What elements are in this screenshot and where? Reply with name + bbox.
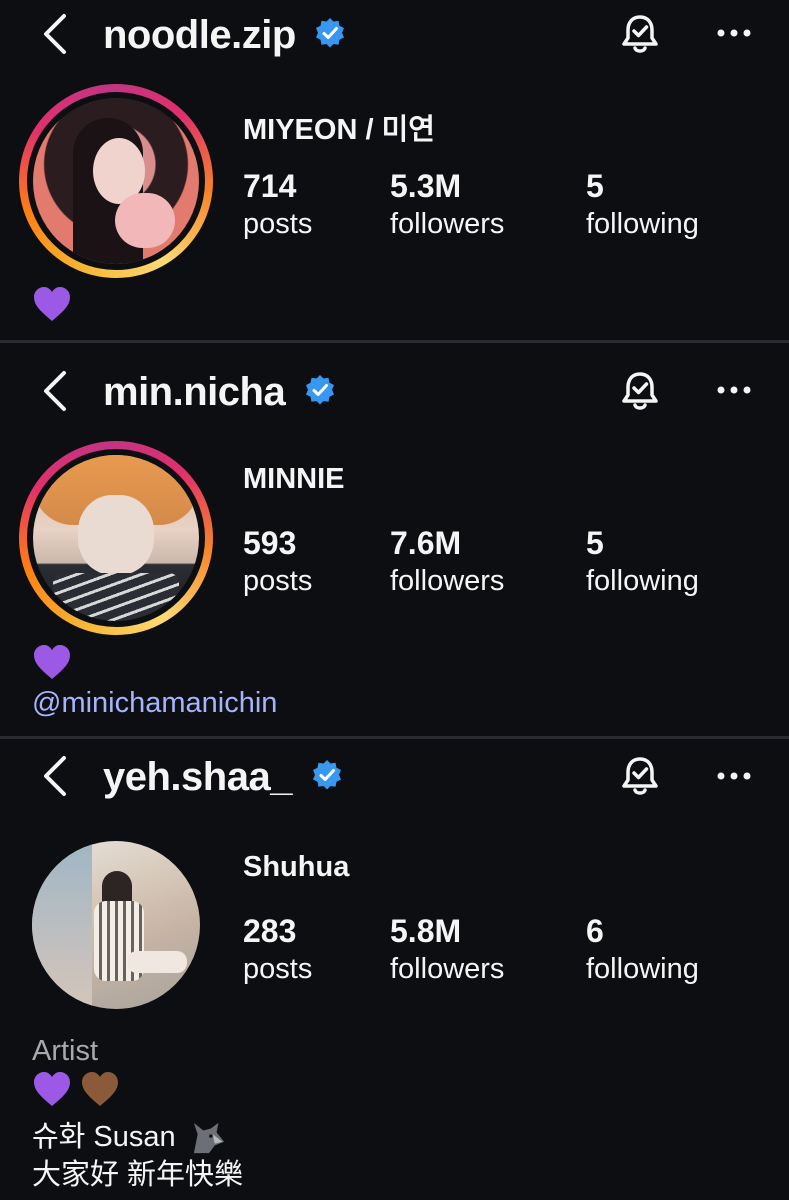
following-count[interactable]: 5 following: [586, 170, 699, 239]
notification-bell-icon[interactable]: [618, 369, 662, 413]
avatar: [33, 455, 199, 621]
bio: [32, 285, 72, 323]
verified-badge-icon: [305, 375, 334, 405]
purple-heart-icon: [34, 287, 70, 321]
bio: [32, 643, 72, 681]
followers-count[interactable]: 7.6M followers: [390, 527, 504, 596]
story-ring[interactable]: [19, 84, 213, 278]
profile-card-2: min.nicha MINNIE 593 posts 7.6M follower…: [0, 343, 789, 736]
verified-badge-icon: [316, 18, 345, 48]
following-count[interactable]: 6 following: [586, 915, 699, 984]
purple-heart-icon: [34, 645, 70, 679]
followers-count[interactable]: 5.3M followers: [390, 170, 504, 239]
profile-card-3: yeh.shaa_ Shuhua 283 posts 5.8M follower…: [0, 739, 789, 1200]
notification-bell-icon[interactable]: [618, 754, 662, 798]
bio-line: 슈화 Susan: [32, 1113, 228, 1155]
back-chevron-icon[interactable]: [40, 12, 70, 56]
posts-count[interactable]: 714 posts: [243, 170, 312, 239]
username-header: min.nicha: [103, 370, 336, 415]
posts-count[interactable]: 283 posts: [243, 915, 312, 984]
brown-heart-icon: [82, 1072, 119, 1106]
back-chevron-icon[interactable]: [40, 369, 70, 413]
username-header: yeh.shaa_: [103, 755, 343, 800]
purple-heart-icon: [34, 1072, 70, 1106]
verified-badge-icon: [312, 760, 341, 790]
avatar[interactable]: [32, 841, 200, 1009]
username: yeh.shaa_: [103, 755, 292, 799]
mention-link[interactable]: @minichamanichin: [32, 687, 277, 720]
followers-count[interactable]: 5.8M followers: [390, 915, 504, 984]
posts-count[interactable]: 593 posts: [243, 527, 312, 596]
back-chevron-icon[interactable]: [40, 754, 70, 798]
notification-bell-icon[interactable]: [618, 12, 662, 56]
bio-line: 大家好 新年快樂: [32, 1159, 244, 1191]
bio-hearts: [32, 1070, 120, 1108]
display-name: MINNIE: [243, 463, 345, 495]
category-label: Artist: [32, 1035, 99, 1067]
more-options-icon[interactable]: [716, 28, 752, 38]
more-options-icon[interactable]: [716, 385, 752, 395]
display-name: MIYEON / 미연: [243, 114, 435, 146]
avatar: [33, 98, 199, 264]
profile-card-1: noodle.zip MIYEON / 미연 714 posts 5.3M fo…: [0, 0, 789, 340]
username: min.nicha: [103, 370, 286, 414]
following-count[interactable]: 5 following: [586, 527, 699, 596]
username-header: noodle.zip: [103, 13, 346, 58]
more-options-icon[interactable]: [716, 771, 752, 781]
story-ring[interactable]: [19, 441, 213, 635]
display-name: Shuhua: [243, 851, 350, 883]
username: noodle.zip: [103, 13, 296, 57]
